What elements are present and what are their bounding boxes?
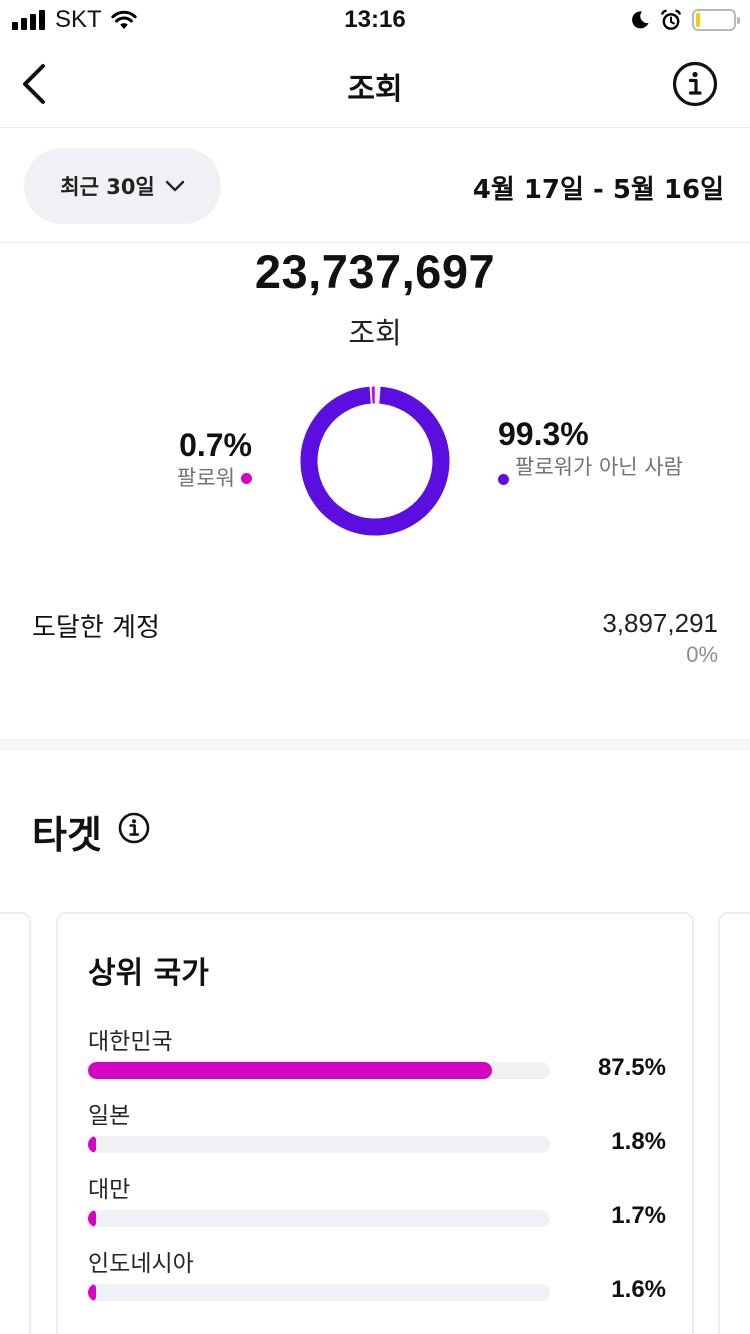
country-bar-fill: [88, 1284, 96, 1301]
card-title: 상위 국가: [88, 956, 209, 991]
period-selected-label: 최근 30일: [60, 175, 155, 199]
target-section-title: 타겟: [32, 813, 102, 857]
reach-label: 도달한 계정: [32, 613, 160, 643]
battery-level: [696, 13, 701, 27]
views-donut-chart: [300, 386, 450, 536]
list-item: 인도네시아 1.6%: [88, 1244, 666, 1318]
legend-followers: 0.7% 팔로워: [177, 427, 252, 491]
period-row: 최근 30일 4월 17일 - 5월 16일: [0, 129, 750, 243]
country-bar-track: [88, 1284, 550, 1301]
list-item: 일본 1.8%: [88, 1096, 666, 1170]
country-name: 인도네시아: [88, 1251, 194, 1277]
non-followers-dot: [498, 474, 509, 485]
country-bar-track: [88, 1136, 550, 1153]
battery-icon: [692, 9, 740, 31]
list-item: 대한민국 87.5%: [88, 1022, 666, 1096]
period-dropdown[interactable]: 최근 30일: [24, 148, 221, 224]
list-item: 대만 1.7%: [88, 1170, 666, 1244]
country-percent: 1.7%: [611, 1202, 666, 1229]
country-percent: 87.5%: [597, 1054, 666, 1081]
non-followers-legend-row: 팔로워가 아닌 사람: [498, 455, 688, 485]
date-range: 4월 17일 - 5월 16일: [472, 175, 724, 205]
status-bar: SKT 13:16: [0, 0, 750, 40]
non-followers-label: 팔로워가 아닌 사람: [515, 455, 683, 479]
info-icon[interactable]: [118, 812, 150, 844]
country-percent: 1.8%: [611, 1128, 666, 1155]
alarm-icon: [661, 9, 681, 30]
moon-icon: [632, 11, 649, 29]
country-name: 일본: [88, 1103, 131, 1129]
top-countries-card: 상위 국가 대한민국 87.5% 일본 1.8% 대만 1.7% 인도네시아 1…: [56, 912, 694, 1334]
country-bar-fill: [88, 1062, 493, 1079]
country-name: 대만: [88, 1177, 131, 1203]
followers-legend-row: 팔로워: [177, 466, 252, 491]
legend-non-followers: 99.3% 팔로워가 아닌 사람: [498, 416, 688, 485]
status-right: [630, 7, 740, 33]
nav-bar: 조회: [0, 40, 750, 128]
followers-dot: [241, 473, 252, 484]
donut-segment-non-followers: [300, 386, 450, 536]
info-icon[interactable]: [672, 61, 718, 107]
country-bar-track: [88, 1062, 550, 1079]
country-bar-track: [88, 1210, 550, 1227]
country-list: 대한민국 87.5% 일본 1.8% 대만 1.7% 인도네시아 1.6%: [88, 1022, 666, 1318]
reach-value: 3,897,291: [602, 608, 718, 638]
country-name: 대한민국: [88, 1029, 173, 1055]
followers-label: 팔로워: [177, 466, 235, 490]
next-card[interactable]: [718, 912, 750, 1334]
followers-percent: 0.7%: [179, 427, 252, 463]
country-bar-fill: [88, 1136, 97, 1153]
non-followers-percent: 99.3%: [498, 416, 589, 452]
country-percent: 1.6%: [611, 1276, 666, 1303]
section-divider: [0, 739, 750, 751]
total-views-value: 23,737,697: [254, 245, 496, 298]
chevron-down-icon: [165, 180, 184, 192]
page-title: 조회: [347, 72, 403, 107]
country-bar-fill: [88, 1210, 96, 1227]
reach-change: 0%: [686, 642, 718, 667]
total-views-label: 조회: [348, 316, 402, 350]
previous-card[interactable]: [0, 912, 31, 1334]
